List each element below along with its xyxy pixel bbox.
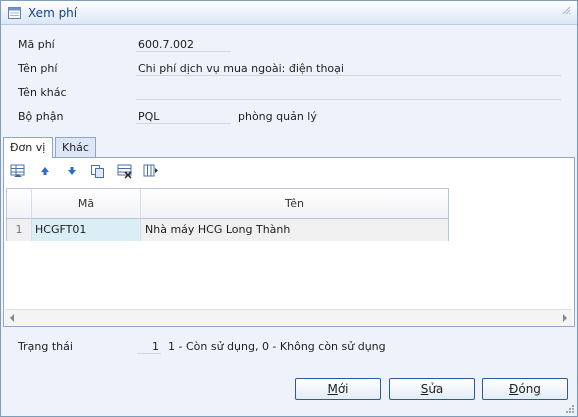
corner-grip-icon <box>561 5 571 15</box>
delete-row-icon[interactable] <box>116 161 134 181</box>
scroll-right-icon[interactable] <box>560 313 570 323</box>
tab-panel <box>3 157 575 327</box>
new-button-hotkey: M <box>327 382 338 396</box>
column-header-ma[interactable]: Mã <box>32 189 141 219</box>
fee-code-underline <box>136 51 231 52</box>
fee-name-field[interactable]: Chi phí dịch vụ mua ngoài: điện thoại <box>138 62 344 75</box>
scroll-left-icon[interactable] <box>7 313 17 323</box>
cell-ten[interactable]: Nhà máy HCG Long Thành <box>141 219 448 241</box>
department-name: phòng quản lý <box>238 110 317 123</box>
fee-name-underline <box>136 75 561 76</box>
new-button-label: ới <box>337 382 349 396</box>
fee-code-label: Mã phí <box>18 38 55 51</box>
department-field[interactable]: PQL <box>138 110 159 123</box>
insert-row-icon[interactable] <box>9 161 27 181</box>
status-underline <box>137 353 161 354</box>
unit-grid: Mã Tên 1 HCGFT01 Nhà máy HCG Long Thành <box>6 188 449 241</box>
status-label: Trạng thái <box>18 340 73 353</box>
new-button[interactable]: Mới <box>295 378 381 400</box>
move-up-icon[interactable] <box>36 161 54 181</box>
column-header-ten[interactable]: Tên <box>141 189 448 219</box>
department-underline <box>136 123 231 124</box>
title-bar: Xem phí <box>1 1 577 25</box>
form-icon <box>8 7 21 19</box>
fee-name-label: Tên phí <box>18 62 58 75</box>
cell-ma[interactable]: HCGFT01 <box>32 219 141 241</box>
tab-don-vi[interactable]: Đơn vị <box>3 137 53 158</box>
row-number-header <box>7 189 32 219</box>
horizontal-scrollbar[interactable] <box>5 309 572 326</box>
view-fee-window: Xem phí Mã phí 600.7.002 Tên phí Chi phí… <box>0 0 578 417</box>
close-button-label: óng <box>518 382 541 396</box>
edit-button-label: ửa <box>428 382 444 396</box>
copy-icon[interactable] <box>89 161 107 181</box>
size-grip-icon[interactable] <box>565 404 575 414</box>
edit-button[interactable]: Sửa <box>389 378 475 400</box>
columns-icon[interactable] <box>142 161 160 181</box>
fee-code-field[interactable]: 600.7.002 <box>138 38 194 51</box>
fee-form: Mã phí 600.7.002 Tên phí Chi phí dịch vụ… <box>1 26 577 136</box>
other-name-label: Tên khác <box>18 86 67 99</box>
close-button[interactable]: Đóng <box>482 378 568 400</box>
status-description: 1 - Còn sử dụng, 0 - Không còn sử dụng <box>168 340 386 353</box>
department-label: Bộ phận <box>18 110 64 123</box>
row-number: 1 <box>7 219 32 241</box>
tab-khac[interactable]: Khác <box>55 137 96 157</box>
status-field[interactable]: 1 <box>147 340 159 353</box>
close-button-hotkey: Đ <box>509 382 519 396</box>
move-down-icon[interactable] <box>63 161 81 181</box>
other-name-underline <box>136 99 561 100</box>
window-title: Xem phí <box>28 6 78 20</box>
